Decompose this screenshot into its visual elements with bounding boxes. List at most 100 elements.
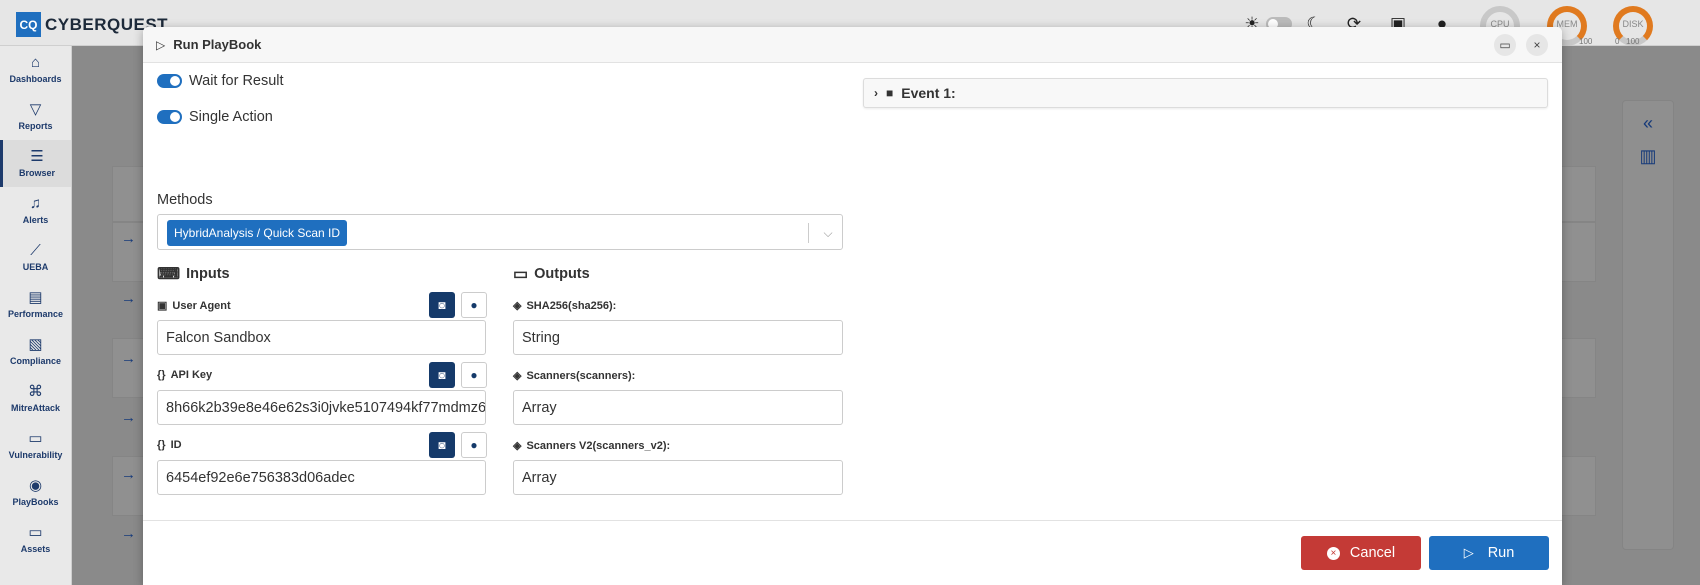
- user-agent-input[interactable]: Falcon Sandbox: [157, 320, 486, 355]
- sidebar-item-browser[interactable]: ☰ Browser: [0, 140, 71, 187]
- arrow-right-icon: →: [121, 350, 136, 367]
- sidebar-item-label: MitreAttack: [10, 403, 60, 413]
- braces-icon: {}: [157, 439, 166, 451]
- sidebar-item-alerts[interactable]: ♫ Alerts: [0, 187, 71, 234]
- sidebar-item-assets[interactable]: ▭ Assets: [0, 516, 71, 563]
- select-separator: [808, 223, 809, 243]
- sidebar-item-label: Vulnerability: [8, 450, 63, 460]
- sidebar-item-mitreattack[interactable]: ⌘ MitreAttack: [0, 375, 71, 422]
- outputs-title: Outputs: [534, 266, 590, 282]
- variable-icon: ●: [470, 368, 478, 382]
- sha256-output: String: [513, 320, 843, 355]
- sidebar-item-playbooks[interactable]: ◉ PlayBooks: [0, 469, 71, 516]
- wait-for-result-toggle[interactable]: [157, 74, 182, 88]
- single-action-row: Single Action: [157, 109, 273, 125]
- server-icon: ▭: [28, 430, 43, 447]
- run-button[interactable]: ▷ Run: [1429, 536, 1549, 570]
- chevron-right-icon[interactable]: ›: [874, 86, 878, 100]
- toggle-label: Single Action: [189, 109, 273, 125]
- field-label-text: Scanners V2(scanners_v2):: [526, 439, 671, 452]
- sidebar-item-compliance[interactable]: ▧ Compliance: [0, 328, 71, 375]
- scanners-label: ◈ Scanners(scanners):: [513, 369, 636, 383]
- gauge-scale: 0 100: [1615, 37, 1640, 46]
- event-panel[interactable]: › ■ Event 1:: [863, 78, 1548, 108]
- toggle-label: Wait for Result: [189, 73, 284, 89]
- folder-icon: ■: [886, 86, 894, 100]
- close-icon: ×: [1533, 38, 1541, 52]
- keyboard-icon: ▤: [28, 289, 43, 306]
- arrow-right-icon: →: [121, 290, 136, 307]
- sidebar-item-reports[interactable]: ▽ Reports: [0, 93, 71, 140]
- scanners-v2-output: Array: [513, 460, 843, 495]
- scanners-v2-label: ◈ Scanners V2(scanners_v2):: [513, 439, 671, 453]
- single-action-toggle[interactable]: [157, 110, 182, 124]
- field-label-text: User Agent: [172, 299, 231, 312]
- camera-icon: ◙: [438, 298, 446, 312]
- outputs-section-title: ▭ Outputs: [513, 264, 590, 284]
- id-input[interactable]: 6454ef92e6e756383d06adec: [157, 460, 486, 495]
- chart-area-icon: ⌂: [30, 54, 41, 71]
- monitor-icon: ▭: [513, 266, 529, 283]
- sidebar-item-ueba[interactable]: ⟋ UEBA: [0, 234, 71, 281]
- variable-button[interactable]: ●: [461, 432, 487, 458]
- maximize-button[interactable]: ▭: [1494, 34, 1516, 56]
- playbook-icon: ◉: [28, 477, 43, 494]
- run-label: Run: [1487, 545, 1515, 561]
- logo-mark: CQ: [16, 12, 41, 37]
- double-chevron-left-icon[interactable]: «: [1623, 113, 1673, 134]
- methods-select[interactable]: HybridAnalysis / Quick Scan ID ⌵: [157, 214, 843, 250]
- variable-button[interactable]: ●: [461, 292, 487, 318]
- field-label-text: SHA256(sha256):: [526, 299, 617, 312]
- sidebar-item-label: Alerts: [22, 215, 49, 225]
- laptop-icon: ▭: [28, 524, 43, 541]
- chart-icon[interactable]: ▥: [1623, 146, 1673, 167]
- variable-icon: ●: [470, 298, 478, 312]
- variable-icon: ●: [470, 438, 478, 452]
- sidebar-item-performance[interactable]: ▤ Performance: [0, 281, 71, 328]
- field-label-text: Scanners(scanners):: [526, 369, 636, 382]
- id-card-icon: ▣: [157, 300, 168, 312]
- inputs-title: Inputs: [186, 266, 230, 282]
- modal-footer: × Cancel ▷ Run: [143, 520, 1562, 585]
- close-button[interactable]: ×: [1526, 34, 1548, 56]
- cube-icon: ◈: [513, 300, 522, 312]
- sidebar-item-vulnerability[interactable]: ▭ Vulnerability: [0, 422, 71, 469]
- window-icon: ▭: [1499, 38, 1511, 52]
- arrow-right-icon: →: [121, 409, 136, 426]
- play-icon: ▷: [1463, 545, 1474, 560]
- cancel-circle-icon: ×: [1326, 546, 1340, 560]
- sidebar-item-label: Dashboards: [9, 74, 62, 84]
- camera-button[interactable]: ◙: [429, 362, 455, 388]
- sidebar-item-label: Assets: [20, 544, 51, 554]
- sidebar-item-label: Compliance: [9, 356, 61, 366]
- camera-button[interactable]: ◙: [429, 292, 455, 318]
- api-key-input[interactable]: 8h66k2b39e8e46e62s3i0jvke5107494kf77mdmz…: [157, 390, 486, 425]
- variable-button[interactable]: ●: [461, 362, 487, 388]
- wait-for-result-row: Wait for Result: [157, 73, 284, 89]
- camera-icon: ◙: [438, 438, 446, 452]
- sidebar: ⌂ Dashboards ▽ Reports ☰ Browser ♫ Alert…: [0, 46, 72, 585]
- command-icon: ⌘: [28, 383, 43, 400]
- modal-title: Run PlayBook: [173, 37, 262, 52]
- scanners-output: Array: [513, 390, 843, 425]
- cube-icon: ◈: [513, 370, 522, 382]
- sidebar-item-label: Performance: [7, 309, 64, 319]
- keyboard-icon: ⌨: [157, 266, 181, 283]
- arrow-right-icon: →: [121, 230, 136, 247]
- sidebar-item-dashboards[interactable]: ⌂ Dashboards: [0, 46, 71, 93]
- camera-icon: ◙: [438, 368, 446, 382]
- run-playbook-modal: ▷ Run PlayBook ▭ × Wait for Result Singl…: [143, 27, 1562, 585]
- bell-icon: ♫: [29, 195, 42, 212]
- sidebar-item-label: Reports: [18, 121, 53, 131]
- list-icon: ☰: [30, 148, 44, 165]
- field-label-text: API Key: [170, 369, 213, 381]
- disk-gauge: DISK 0 100: [1611, 6, 1655, 46]
- id-label: {} ID: [157, 439, 182, 451]
- chart-line-icon: ⟋: [30, 242, 41, 259]
- chevron-down-icon[interactable]: ⌵: [818, 223, 838, 243]
- cancel-button[interactable]: × Cancel: [1301, 536, 1421, 570]
- camera-button[interactable]: ◙: [429, 432, 455, 458]
- field-label-text: ID: [170, 439, 182, 451]
- sidebar-item-label: PlayBooks: [12, 497, 59, 507]
- selected-method-chip[interactable]: HybridAnalysis / Quick Scan ID: [167, 220, 348, 246]
